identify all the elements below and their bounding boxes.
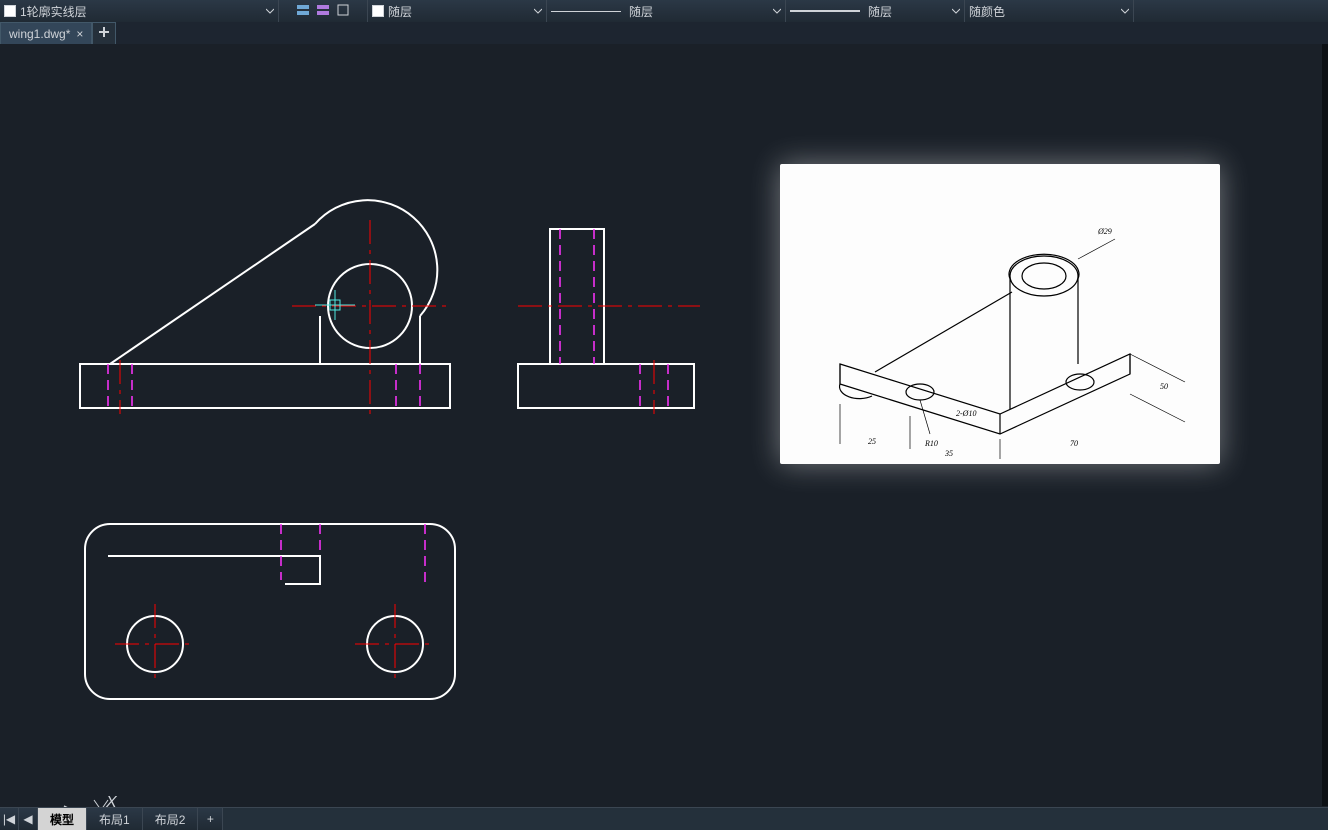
document-tab[interactable]: wing1.dwg* × xyxy=(0,22,92,44)
tab-nav-first-button[interactable]: |◀ xyxy=(0,808,19,830)
lineweight-label: 随层 xyxy=(868,3,892,20)
color-dropdown[interactable]: 随层 xyxy=(368,0,547,22)
properties-toolbar: 1轮廓实线层 随层 随层 随层 随颜色 xyxy=(0,0,1328,23)
layout-tabs-bar: |◀ ◀ 模型 布局1 布局2 + xyxy=(0,807,1328,830)
tab-layout1[interactable]: 布局1 xyxy=(87,808,143,830)
document-tab-filename: wing1.dwg* xyxy=(9,27,70,41)
linetype-label: 随层 xyxy=(629,3,653,20)
chevron-down-icon xyxy=(534,7,542,15)
lineweight-dropdown[interactable]: 随层 xyxy=(786,0,965,22)
tab-model[interactable]: 模型 xyxy=(38,808,87,830)
linetype-preview xyxy=(551,11,621,12)
plotstyle-label: 随颜色 xyxy=(969,3,1005,20)
chevron-down-icon xyxy=(773,7,781,15)
linetype-dropdown[interactable]: 随层 xyxy=(547,0,786,22)
color-label: 随层 xyxy=(388,3,412,20)
plus-icon xyxy=(98,26,110,41)
layer-isolate-icon[interactable] xyxy=(336,3,350,20)
add-layout-tab-button[interactable]: + xyxy=(198,808,223,830)
color-swatch xyxy=(372,5,384,17)
chevron-down-icon xyxy=(1121,7,1129,15)
right-panel-edge xyxy=(1322,44,1328,806)
chevron-down-icon xyxy=(266,7,274,15)
close-icon[interactable]: × xyxy=(76,27,83,41)
layer-tools xyxy=(279,0,368,22)
plotstyle-dropdown[interactable]: 随颜色 xyxy=(965,0,1134,22)
layer-states-icon[interactable] xyxy=(316,3,330,20)
ref-dim-d: 50 xyxy=(1160,382,1168,391)
drawing-canvas[interactable]: 25 35 70 50 R10 Ø29 2-Ø10 X xyxy=(0,44,1328,806)
ref-dim-b: 35 xyxy=(944,449,953,458)
tab-layout2[interactable]: 布局2 xyxy=(143,808,199,830)
layer-label: 1轮廓实线层 xyxy=(20,3,87,20)
new-document-tab-button[interactable] xyxy=(92,22,116,44)
toolbar-spacer xyxy=(1134,0,1328,22)
ref-dim-a: 25 xyxy=(868,437,876,446)
layer-dropdown[interactable]: 1轮廓实线层 xyxy=(0,0,279,22)
layer-swatch xyxy=(4,5,16,17)
ref-dim-r: R10 xyxy=(924,439,938,448)
layer-manager-icon[interactable] xyxy=(296,3,310,20)
reference-image: 25 35 70 50 R10 Ø29 2-Ø10 xyxy=(780,164,1220,464)
lineweight-preview xyxy=(790,10,860,12)
ref-dim-holes: 2-Ø10 xyxy=(956,409,976,418)
ref-dim-dia: Ø29 xyxy=(1097,227,1112,236)
ref-dim-c: 70 xyxy=(1070,439,1078,448)
chevron-down-icon xyxy=(952,7,960,15)
document-tabs: wing1.dwg* × xyxy=(0,22,1328,44)
tab-nav-prev-button[interactable]: ◀ xyxy=(19,808,38,830)
